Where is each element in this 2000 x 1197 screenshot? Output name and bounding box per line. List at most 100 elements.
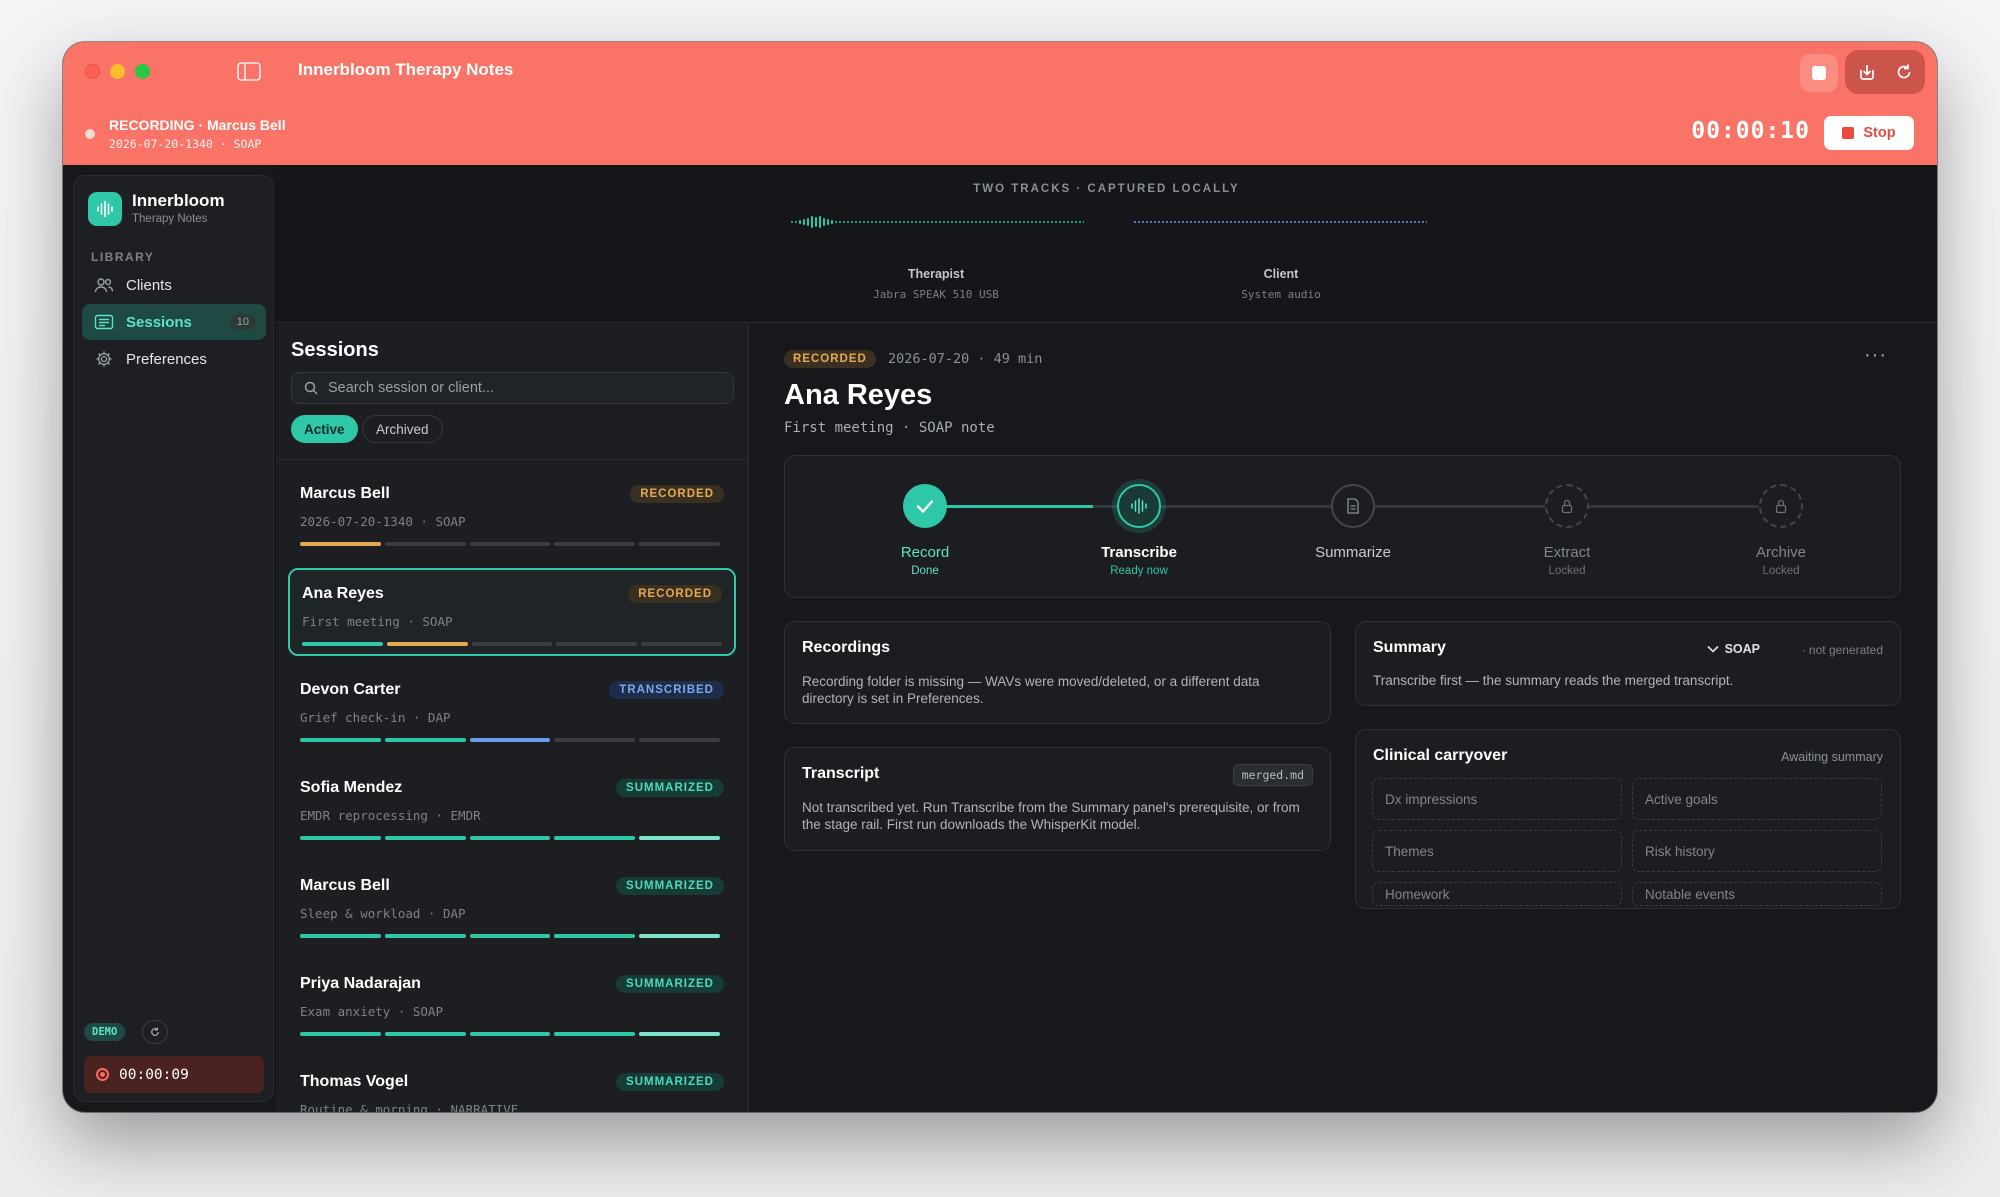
recordings-panel: Recordings Recording folder is missing —… bbox=[784, 621, 1331, 724]
progress-segment bbox=[384, 934, 466, 938]
waveform-bar bbox=[1314, 221, 1316, 223]
sidebar-toggle-icon[interactable] bbox=[237, 62, 261, 81]
sidebar-item-preferences[interactable]: Preferences bbox=[82, 341, 266, 377]
filter-active-tab[interactable]: Active bbox=[291, 415, 358, 443]
session-card[interactable]: Priya Nadarajan SUMMARIZED Exam anxiety · … bbox=[288, 960, 736, 1048]
waveform-bar bbox=[967, 221, 969, 223]
session-subtitle: First meeting · SOAP note bbox=[784, 420, 995, 436]
transcript-message: Not transcribed yet. Run Transcribe from… bbox=[802, 800, 1300, 832]
sidebar-item-sessions[interactable]: Sessions 10 bbox=[82, 304, 266, 340]
sidebar-item-clients[interactable]: Clients bbox=[82, 267, 266, 303]
waveform-bar bbox=[1302, 221, 1304, 223]
waveform-bar bbox=[855, 221, 857, 223]
stop-icon bbox=[1812, 66, 1826, 80]
waveform-bar bbox=[1342, 221, 1344, 223]
waveform-bar bbox=[943, 221, 945, 223]
progress-segment bbox=[384, 1032, 466, 1036]
waveform-bar bbox=[1031, 221, 1033, 223]
stage-summarize[interactable]: Summarize bbox=[1273, 484, 1433, 565]
waveform-bar bbox=[1047, 221, 1049, 223]
progress-segment bbox=[554, 934, 636, 938]
refresh-icon[interactable] bbox=[1894, 62, 1914, 82]
waveform-bar bbox=[931, 221, 933, 223]
waveform-bar bbox=[1134, 221, 1136, 223]
waveform-bar bbox=[1170, 221, 1172, 223]
session-client-name: Devon Carter bbox=[300, 681, 401, 698]
waveform-bar bbox=[1266, 221, 1268, 223]
waveform-bar bbox=[1178, 221, 1180, 223]
waveform-bar bbox=[935, 221, 937, 223]
stage-label: Archive bbox=[1755, 544, 1807, 561]
session-status-badge: SUMMARIZED bbox=[616, 877, 724, 895]
waveform-bar bbox=[867, 221, 869, 223]
waveform-bar bbox=[1386, 221, 1388, 223]
waveform-bar bbox=[1226, 221, 1228, 223]
progress-segment bbox=[302, 642, 383, 646]
stage-record[interactable]: Record Done bbox=[845, 484, 1005, 577]
recording-title: RECORDING · Marcus Bell bbox=[109, 117, 286, 133]
session-progress bbox=[300, 542, 720, 546]
stage-transcribe[interactable]: Transcribe Ready now bbox=[1059, 484, 1219, 577]
zoom-window-button[interactable] bbox=[135, 64, 150, 79]
brand-subtitle: Therapy Notes bbox=[132, 213, 208, 225]
waveform-bar bbox=[1027, 221, 1029, 223]
stop-recording-button[interactable]: Stop bbox=[1824, 116, 1914, 150]
session-client-name: Ana Reyes bbox=[302, 585, 384, 602]
session-status-badge: TRANSCRIBED bbox=[609, 681, 724, 699]
app-title: Innerbloom Therapy Notes bbox=[298, 60, 514, 79]
waveform-bar bbox=[971, 221, 973, 223]
waveform-bar bbox=[799, 220, 801, 224]
stop-label: Stop bbox=[1863, 125, 1896, 141]
waveform-bar bbox=[1055, 221, 1057, 223]
toolbar-stop-button[interactable] bbox=[1800, 54, 1838, 92]
stage-status: Locked bbox=[1762, 565, 1800, 577]
minimize-window-button[interactable] bbox=[110, 64, 125, 79]
stop-icon bbox=[1842, 127, 1855, 139]
waveform-bar bbox=[1198, 221, 1200, 223]
reset-demo-button[interactable] bbox=[142, 1020, 168, 1044]
progress-segment bbox=[639, 836, 720, 840]
filter-archived-tab[interactable]: Archived bbox=[362, 415, 443, 443]
waveform-bar bbox=[1298, 221, 1300, 223]
session-card[interactable]: Marcus Bell SUMMARIZED Sleep & workload · … bbox=[288, 862, 736, 950]
waveform-bar bbox=[827, 219, 829, 225]
progress-segment bbox=[300, 738, 381, 742]
session-card[interactable]: Ana Reyes RECORDED First meeting · SOAP bbox=[288, 568, 736, 656]
more-options-button[interactable]: ··· bbox=[1864, 344, 1887, 367]
waveform-bar bbox=[995, 221, 997, 223]
waveform-bar bbox=[815, 217, 817, 227]
stage-label: Summarize bbox=[1315, 544, 1391, 561]
session-meta: Exam anxiety · SOAP bbox=[300, 1004, 443, 1019]
waveform-bar bbox=[871, 221, 873, 223]
recording-timer: 00:00:10 bbox=[1691, 118, 1810, 144]
sessions-icon bbox=[94, 314, 114, 330]
waveform-bar bbox=[1174, 221, 1176, 223]
record-icon bbox=[96, 1068, 109, 1081]
transcript-file-chip[interactable]: merged.md bbox=[1232, 764, 1313, 786]
search-input[interactable]: Search session or client... bbox=[291, 372, 734, 404]
waveform-bar bbox=[1378, 221, 1380, 223]
session-card[interactable]: Sofia Mendez SUMMARIZED EMDR reprocessing … bbox=[288, 764, 736, 852]
chevron-down-icon bbox=[1706, 645, 1719, 653]
waveform-bar bbox=[879, 221, 881, 223]
waveform-bar bbox=[1362, 221, 1364, 223]
search-icon bbox=[304, 381, 318, 395]
waveform-bar bbox=[1286, 221, 1288, 223]
session-card[interactable]: Devon Carter TRANSCRIBED Grief check-in · … bbox=[288, 666, 736, 754]
download-icon[interactable] bbox=[1857, 62, 1877, 82]
progress-segment bbox=[469, 542, 551, 546]
waveform-bar bbox=[887, 221, 889, 223]
waveform-bar bbox=[923, 221, 925, 223]
waveform-bar bbox=[1194, 221, 1196, 223]
therapist-waveform bbox=[791, 216, 1084, 228]
session-card[interactable]: Thomas Vogel SUMMARIZED Routine & morning … bbox=[288, 1058, 736, 1112]
waveform-bar bbox=[1222, 221, 1224, 223]
summary-format-dropdown[interactable]: SOAP bbox=[1706, 642, 1760, 656]
session-card[interactable]: Marcus Bell RECORDED 2026-07-20-1340 · SOA… bbox=[288, 470, 736, 558]
stage-label: Transcribe bbox=[1101, 544, 1177, 561]
progress-segment bbox=[300, 542, 381, 546]
mini-recording-indicator[interactable]: 00:00:09 bbox=[84, 1056, 264, 1093]
waveform-bar bbox=[847, 221, 849, 223]
waveform-bar bbox=[1015, 221, 1017, 223]
close-window-button[interactable] bbox=[85, 64, 100, 79]
